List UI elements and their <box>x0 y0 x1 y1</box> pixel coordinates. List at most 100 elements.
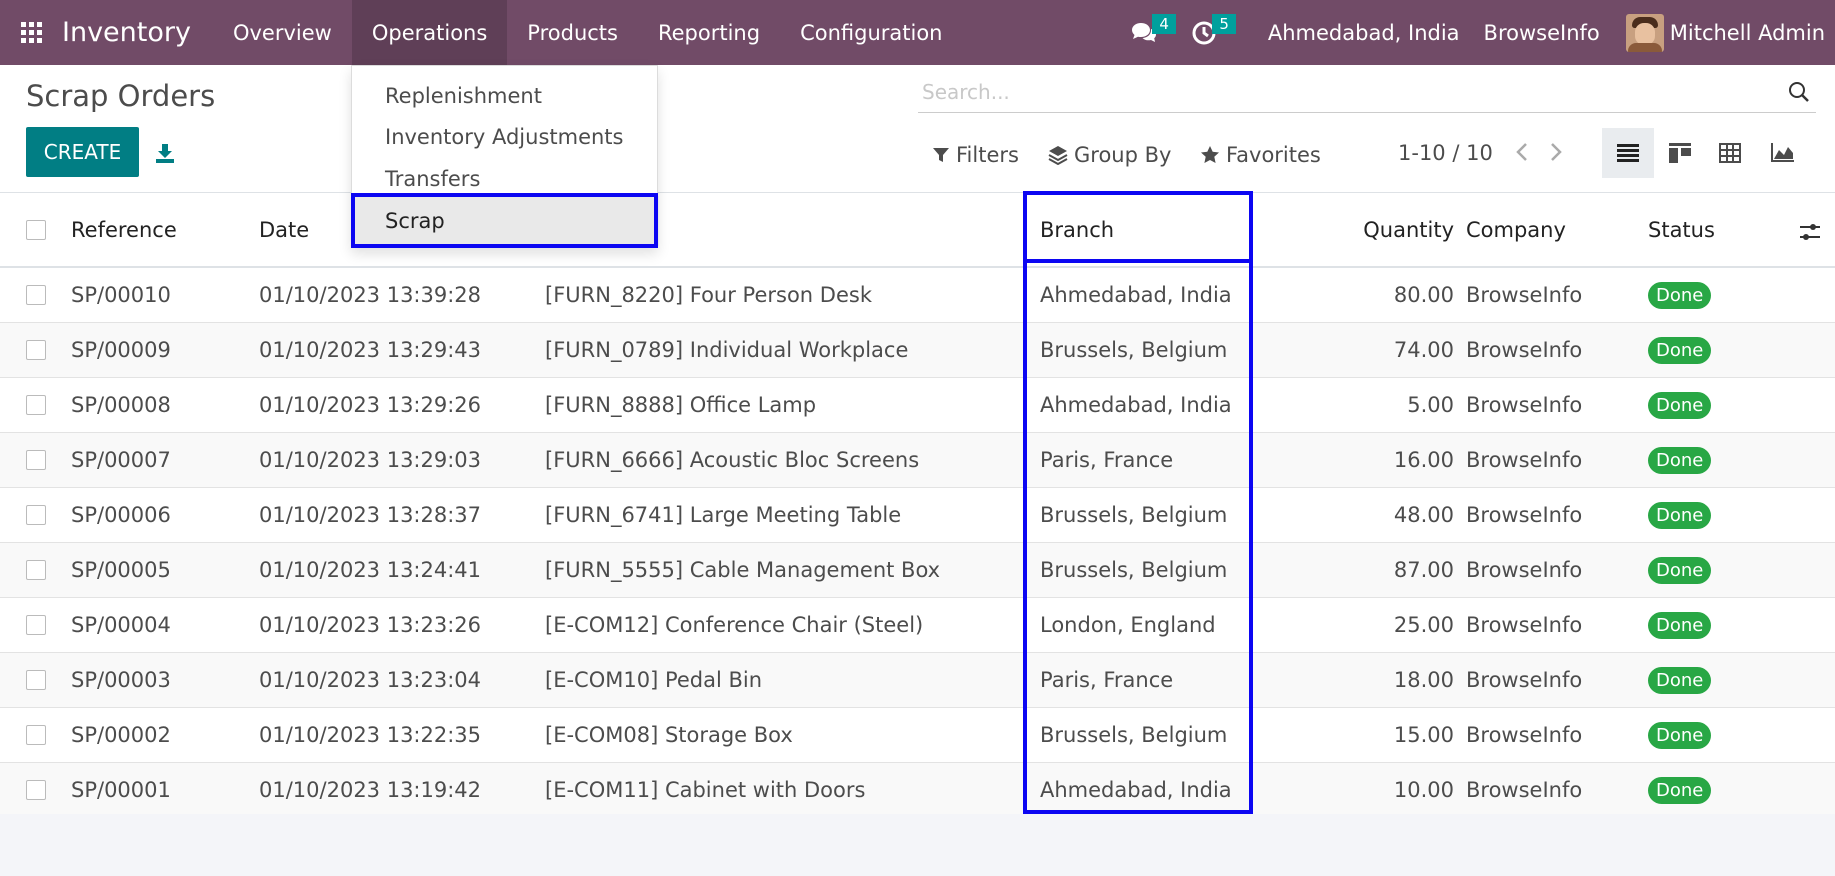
cell-reference: SP/00001 <box>71 778 171 802</box>
search-input[interactable] <box>918 79 1758 104</box>
table-row[interactable]: SP/00009 01/10/2023 13:29:43 [FURN_0789] I… <box>0 323 1835 378</box>
create-button[interactable]: CREATE <box>26 127 139 177</box>
select-all-checkbox[interactable] <box>26 219 46 240</box>
cell-date: 01/10/2023 13:24:41 <box>259 558 482 582</box>
row-checkbox[interactable] <box>26 505 46 525</box>
menu-operations[interactable]: Operations <box>351 0 508 65</box>
header-reference[interactable]: Reference <box>71 193 177 266</box>
graph-view-button[interactable] <box>1756 128 1808 178</box>
dropdown-item-inventory-adjustments[interactable]: Inventory Adjustments <box>385 125 624 149</box>
messages-button[interactable]: 4 <box>1124 0 1176 65</box>
status-badge: Done <box>1648 721 1712 749</box>
status-badge: Done <box>1648 336 1712 364</box>
dropdown-item-transfers[interactable]: Transfers <box>385 167 480 191</box>
branch-switcher[interactable]: Ahmedabad, India <box>1268 21 1460 45</box>
cell-quantity: 5.00 <box>1407 393 1454 417</box>
menu-reporting[interactable]: Reporting <box>638 0 780 65</box>
row-checkbox[interactable] <box>26 560 46 580</box>
menu-configuration[interactable]: Configuration <box>780 0 962 65</box>
row-checkbox[interactable] <box>26 725 46 745</box>
row-checkbox-cell[interactable] <box>26 323 46 377</box>
list-icon <box>1617 144 1639 162</box>
cell-status: Done <box>1648 543 1712 597</box>
groupby-button[interactable]: Group By <box>1048 143 1171 167</box>
cell-product: [E-COM08] Storage Box <box>545 723 793 747</box>
table-body: SP/00010 01/10/2023 13:39:28 [FURN_8220] F… <box>0 268 1835 818</box>
user-avatar[interactable] <box>1625 13 1664 52</box>
cell-company: BrowseInfo <box>1466 283 1583 307</box>
app-menu-button[interactable] <box>0 0 62 65</box>
menu-products[interactable]: Products <box>507 0 638 65</box>
row-checkbox-cell[interactable] <box>26 378 46 432</box>
cell-status: Done <box>1648 763 1712 817</box>
status-badge: Done <box>1648 666 1712 694</box>
cell-status: Done <box>1648 653 1712 707</box>
page-title: Scrap Orders <box>26 79 216 113</box>
dropdown-item-replenishment[interactable]: Replenishment <box>385 84 542 108</box>
header-quantity[interactable]: Quantity <box>1300 193 1454 266</box>
pager-previous-button[interactable] <box>1515 141 1529 169</box>
table-row[interactable]: SP/00008 01/10/2023 13:29:26 [FURN_8888] O… <box>0 378 1835 433</box>
menu-overview[interactable]: Overview <box>213 0 352 65</box>
pivot-view-button[interactable] <box>1704 128 1756 178</box>
company-switcher[interactable]: BrowseInfo <box>1484 21 1600 45</box>
app-name[interactable]: Inventory <box>62 17 191 48</box>
row-checkbox[interactable] <box>26 340 46 360</box>
cell-product: [E-COM12] Conference Chair (Steel) <box>545 613 924 637</box>
select-all-checkbox-cell[interactable] <box>26 193 46 266</box>
pager-value[interactable]: 1-10 / 10 <box>1398 141 1493 165</box>
row-checkbox[interactable] <box>26 780 46 800</box>
row-checkbox[interactable] <box>26 285 46 305</box>
cell-product: [FURN_8888] Office Lamp <box>545 393 817 417</box>
user-menu[interactable]: Mitchell Admin <box>1670 21 1825 45</box>
table-row[interactable]: SP/00004 01/10/2023 13:23:26 [E-COM12] Con… <box>0 598 1835 653</box>
header-status[interactable]: Status <box>1648 193 1715 266</box>
filters-label: Filters <box>956 143 1019 167</box>
row-checkbox-cell[interactable] <box>26 268 46 322</box>
status-badge: Done <box>1648 391 1712 419</box>
kanban-view-button[interactable] <box>1654 128 1706 178</box>
export-button[interactable] <box>150 139 180 167</box>
table-row[interactable]: SP/00002 01/10/2023 13:22:35 [E-COM08] Sto… <box>0 708 1835 763</box>
cell-product: [FURN_6666] Acoustic Bloc Screens <box>545 448 920 472</box>
row-checkbox[interactable] <box>26 450 46 470</box>
favorites-button[interactable]: Favorites <box>1200 143 1321 167</box>
row-checkbox-cell[interactable] <box>26 708 46 762</box>
row-checkbox[interactable] <box>26 395 46 415</box>
row-checkbox[interactable] <box>26 670 46 690</box>
row-checkbox-cell[interactable] <box>26 433 46 487</box>
table-row[interactable]: SP/00003 01/10/2023 13:23:04 [E-COM10] Ped… <box>0 653 1835 708</box>
table-row[interactable]: SP/00001 01/10/2023 13:19:42 [E-COM11] Cab… <box>0 763 1835 818</box>
row-checkbox-cell[interactable] <box>26 543 46 597</box>
control-panel: Scrap Orders CREATE Filters Group By Fav… <box>0 65 1835 193</box>
filters-button[interactable]: Filters <box>932 143 1019 167</box>
optional-columns-icon[interactable] <box>1799 221 1821 243</box>
branch-header-highlight-box <box>1023 191 1253 263</box>
kanban-icon <box>1669 143 1691 163</box>
cell-quantity: 25.00 <box>1393 613 1454 637</box>
chevron-right-icon <box>1551 143 1562 161</box>
row-checkbox-cell[interactable] <box>26 763 46 817</box>
status-badge: Done <box>1648 501 1712 529</box>
row-checkbox[interactable] <box>26 615 46 635</box>
status-badge: Done <box>1648 446 1712 474</box>
cell-status: Done <box>1648 708 1712 762</box>
table-row[interactable]: SP/00007 01/10/2023 13:29:03 [FURN_6666] A… <box>0 433 1835 488</box>
pager-next-button[interactable] <box>1549 141 1563 169</box>
search-icon[interactable] <box>1788 81 1810 103</box>
cell-product: [FURN_6741] Large Meeting Table <box>545 503 902 527</box>
table-row[interactable]: SP/00005 01/10/2023 13:24:41 [FURN_5555] C… <box>0 543 1835 598</box>
download-icon <box>156 144 174 163</box>
cell-company: BrowseInfo <box>1466 613 1583 637</box>
row-checkbox-cell[interactable] <box>26 653 46 707</box>
header-date[interactable]: Date <box>259 193 309 266</box>
activities-button[interactable]: 5 <box>1184 0 1236 65</box>
table-row[interactable]: SP/00010 01/10/2023 13:39:28 [FURN_8220] F… <box>0 268 1835 323</box>
table-row[interactable]: SP/00006 01/10/2023 13:28:37 [FURN_6741] L… <box>0 488 1835 543</box>
header-company[interactable]: Company <box>1466 193 1566 266</box>
cell-date: 01/10/2023 13:29:26 <box>259 393 482 417</box>
list-view-button[interactable] <box>1602 128 1654 178</box>
cell-reference: SP/00005 <box>71 558 171 582</box>
row-checkbox-cell[interactable] <box>26 598 46 652</box>
row-checkbox-cell[interactable] <box>26 488 46 542</box>
